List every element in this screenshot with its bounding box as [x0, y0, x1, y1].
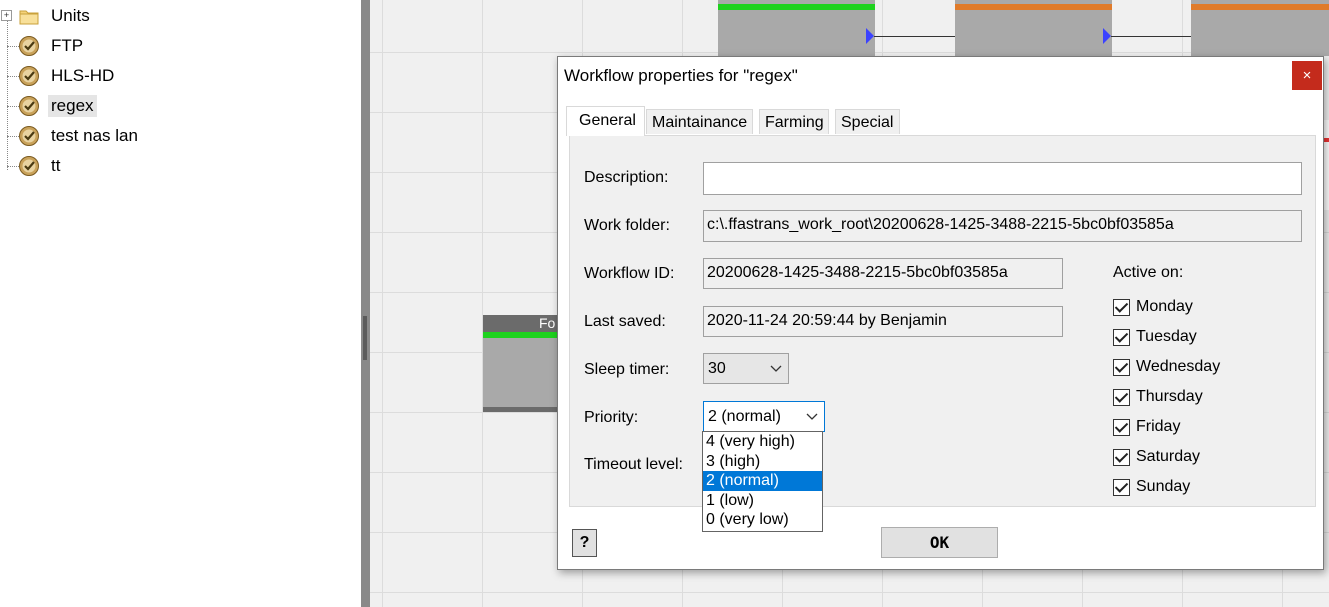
priority-dropdown-list: 4 (very high) 3 (high) 2 (normal) 1 (low…: [702, 431, 823, 532]
ok-button[interactable]: OK: [881, 527, 998, 558]
tree-item-label: regex: [48, 95, 97, 117]
tree-item-label: HLS-HD: [51, 66, 115, 85]
tree-item-label: test nas lan: [51, 126, 138, 145]
checkbox-checked-icon: [1113, 478, 1130, 496]
node-title: Fo: [539, 315, 556, 331]
priority-option-selected[interactable]: 2 (normal): [703, 471, 822, 491]
checkbox-monday[interactable]: Monday: [1113, 296, 1193, 318]
checkbox-friday[interactable]: Friday: [1113, 416, 1180, 438]
checkbox-label: Sunday: [1136, 478, 1191, 495]
panel-splitter[interactable]: [361, 0, 370, 607]
priority-option[interactable]: 0 (very low): [703, 510, 822, 530]
last-saved-field[interactable]: 2020-11-24 20:59:44 by Benjamin: [703, 306, 1063, 337]
checkbox-checked-icon: [1113, 328, 1130, 346]
tab-special[interactable]: Special: [835, 109, 900, 134]
tree-item-ftp[interactable]: FTP: [18, 32, 86, 60]
last-saved-label: Last saved:: [584, 313, 666, 330]
node-folder[interactable]: [718, 0, 875, 56]
workflow-check-icon: [18, 95, 40, 117]
node-footer: [483, 407, 563, 412]
checkbox-label: Tuesday: [1136, 328, 1197, 345]
checkbox-wednesday[interactable]: Wednesday: [1113, 356, 1220, 378]
node-status-bar: [718, 4, 875, 10]
active-on-label: Active on:: [1113, 264, 1184, 281]
tree-item-test-nas-lan[interactable]: test nas lan: [18, 122, 141, 150]
tab-maintainance[interactable]: Maintainance: [646, 109, 753, 134]
sleep-timer-select[interactable]: 30: [703, 353, 789, 384]
workflow-id-field[interactable]: 20200628-1425-3488-2215-5bc0bf03585a: [703, 258, 1063, 289]
workflow-check-icon: [18, 65, 40, 87]
node-status-bar: [483, 332, 563, 338]
checkbox-label: Saturday: [1136, 448, 1201, 465]
workflow-check-icon: [18, 155, 40, 177]
tree-item-label: tt: [51, 156, 61, 175]
output-port-icon[interactable]: [866, 28, 874, 44]
description-field[interactable]: [703, 162, 1302, 195]
general-panel: Description: Work folder: c:\.ffastrans_…: [569, 135, 1316, 507]
tab-general[interactable]: General: [566, 106, 645, 136]
priority-value: 2 (normal): [708, 408, 781, 425]
priority-label: Priority:: [584, 409, 639, 426]
node-status-bar: [1191, 4, 1329, 10]
description-label: Description:: [584, 169, 669, 186]
checkbox-label: Monday: [1136, 298, 1193, 315]
node-header: Fo: [483, 315, 563, 332]
checkbox-checked-icon: [1113, 388, 1130, 406]
node-populate-variables[interactable]: [1191, 0, 1329, 56]
checkbox-label: Friday: [1136, 418, 1181, 435]
chevron-down-icon: [770, 354, 782, 393]
tab-farming[interactable]: Farming: [759, 109, 829, 134]
tree-item-tt[interactable]: tt: [18, 152, 63, 180]
tree-item-label: Units: [51, 6, 90, 25]
expand-icon[interactable]: +: [1, 10, 12, 21]
workflow-tree: + Units FTP HLS-HD regex test nas lan tt: [0, 0, 361, 607]
close-icon: ×: [1302, 67, 1312, 84]
help-button[interactable]: ?: [572, 529, 597, 557]
dialog-footer: ? OK: [559, 514, 1322, 568]
tree-item-label: FTP: [51, 36, 84, 55]
tree-item-hls-hd[interactable]: HLS-HD: [18, 62, 117, 90]
checkbox-saturday[interactable]: Saturday: [1113, 446, 1200, 468]
dialog-title: Workflow properties for "regex": [564, 66, 798, 85]
workflow-check-icon: [18, 125, 40, 147]
node-populate-variables[interactable]: [955, 0, 1112, 56]
work-folder-label: Work folder:: [584, 217, 670, 234]
sleep-timer-label: Sleep timer:: [584, 361, 670, 378]
node-folder[interactable]: Fo: [483, 315, 563, 412]
priority-option[interactable]: 4 (very high): [703, 432, 822, 452]
connection-line: [1111, 36, 1193, 37]
sleep-timer-value: 30: [708, 360, 726, 377]
checkbox-thursday[interactable]: Thursday: [1113, 386, 1203, 408]
output-port-icon[interactable]: [1103, 28, 1111, 44]
checkbox-label: Wednesday: [1136, 358, 1221, 375]
checkbox-checked-icon: [1113, 418, 1130, 436]
checkbox-checked-icon: [1113, 358, 1130, 376]
tree-item-units[interactable]: Units: [18, 2, 93, 30]
priority-select[interactable]: 2 (normal): [703, 401, 825, 432]
checkbox-checked-icon: [1113, 448, 1130, 466]
checkbox-tuesday[interactable]: Tuesday: [1113, 326, 1197, 348]
checkbox-checked-icon: [1113, 298, 1130, 316]
tree-item-regex[interactable]: regex: [18, 92, 97, 120]
priority-option[interactable]: 3 (high): [703, 452, 822, 472]
folder-icon: [18, 5, 40, 27]
close-button[interactable]: ×: [1292, 61, 1322, 90]
splitter-grip[interactable]: [363, 316, 367, 360]
connection-line: [874, 36, 956, 37]
timeout-level-label: Timeout level:: [584, 456, 683, 473]
workflow-properties-dialog: Workflow properties for "regex" × Genera…: [557, 56, 1324, 570]
checkbox-label: Thursday: [1136, 388, 1203, 405]
workflow-id-label: Workflow ID:: [584, 265, 675, 282]
checkbox-sunday[interactable]: Sunday: [1113, 476, 1190, 498]
node-status-bar: [955, 4, 1112, 10]
priority-option[interactable]: 1 (low): [703, 491, 822, 511]
workflow-check-icon: [18, 35, 40, 57]
tree-guide-line: [7, 10, 8, 170]
work-folder-field[interactable]: c:\.ffastrans_work_root\20200628-1425-34…: [703, 210, 1302, 242]
